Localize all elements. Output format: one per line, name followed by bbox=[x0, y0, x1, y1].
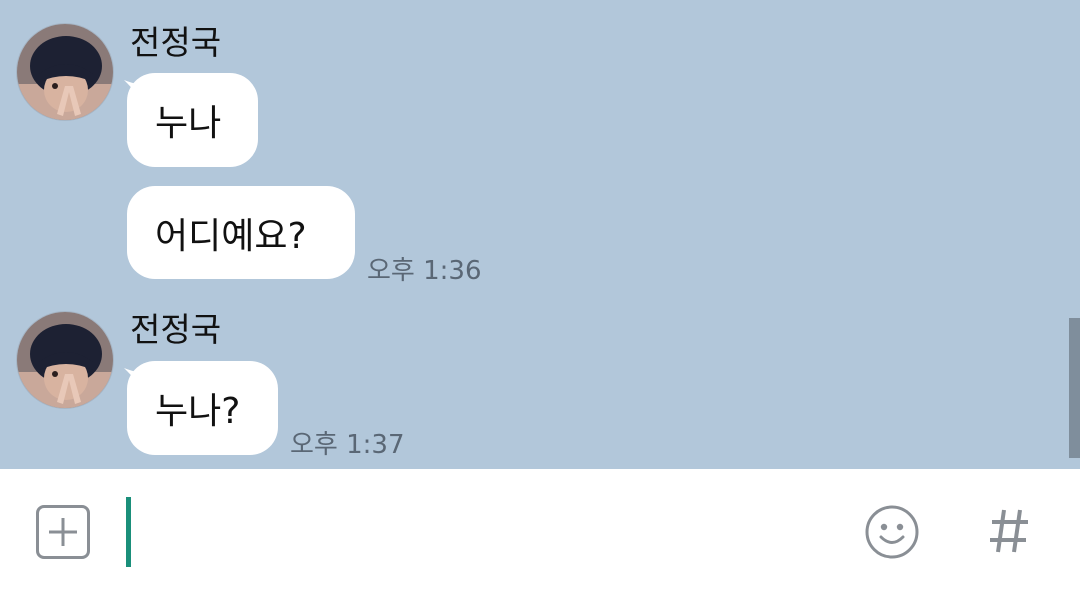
hash-icon bbox=[990, 509, 1028, 553]
sender-avatar[interactable] bbox=[16, 23, 114, 121]
message-bubble[interactable]: 어디예요? bbox=[127, 186, 355, 279]
plus-square-icon bbox=[49, 518, 77, 546]
sender-name: 전정국 bbox=[130, 23, 222, 62]
message-timestamp: 오후 1:36 bbox=[367, 256, 482, 286]
emoticon-button[interactable] bbox=[864, 504, 920, 560]
sender-name: 전정국 bbox=[130, 310, 222, 349]
message-bubble[interactable]: 누나? bbox=[127, 361, 278, 455]
hashtag-button[interactable] bbox=[986, 500, 1032, 562]
attach-button[interactable] bbox=[36, 505, 90, 559]
chat-area[interactable]: 전정국 누나 어디예요? 오후 1:36 전정국 누나? 오후 1:37 bbox=[0, 0, 1080, 469]
smiley-icon bbox=[865, 505, 919, 559]
sender-avatar[interactable] bbox=[16, 311, 114, 409]
text-cursor bbox=[126, 497, 131, 567]
message-bubble[interactable]: 누나 bbox=[127, 73, 258, 167]
message-timestamp: 오후 1:37 bbox=[290, 430, 405, 460]
scrollbar-thumb[interactable] bbox=[1069, 318, 1080, 458]
message-input[interactable] bbox=[134, 490, 838, 576]
